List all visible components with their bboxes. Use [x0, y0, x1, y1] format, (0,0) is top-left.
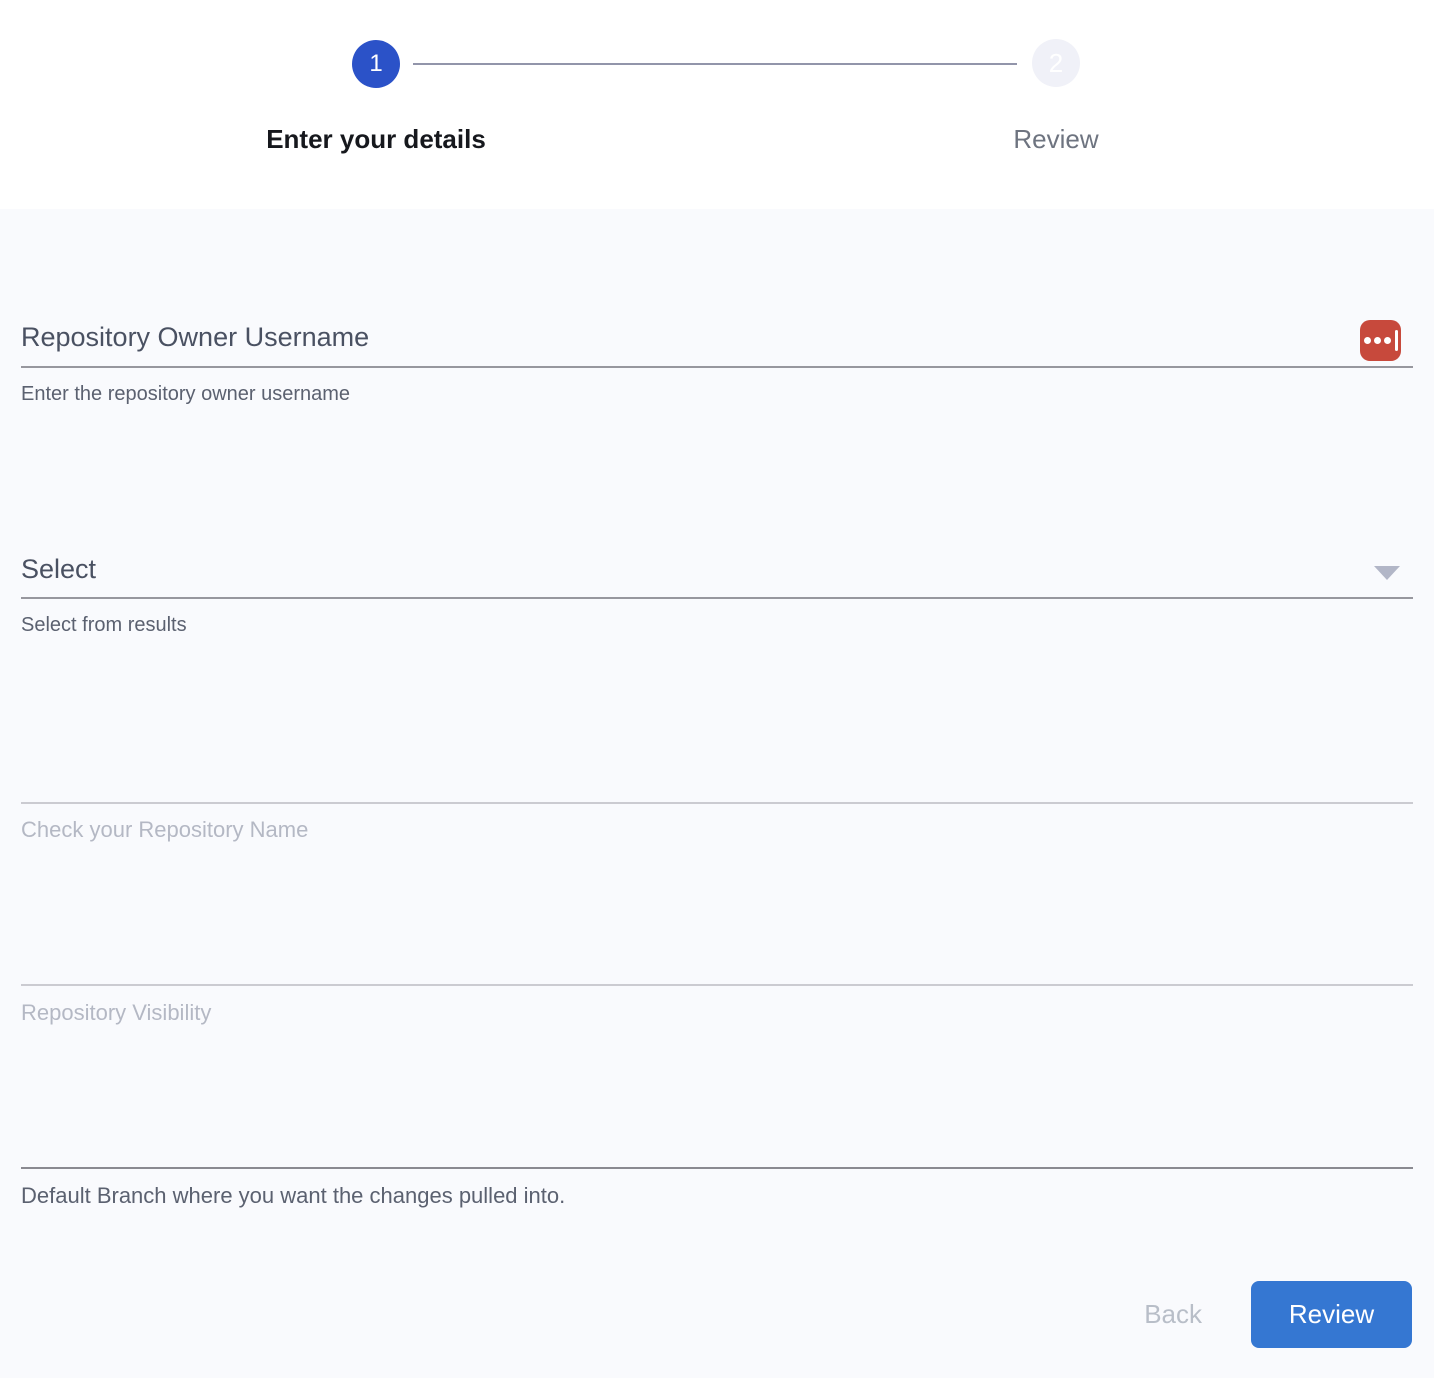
visibility-underline [21, 984, 1413, 986]
password-autofill-icon[interactable] [1360, 320, 1401, 361]
back-button[interactable]: Back [1144, 1299, 1202, 1330]
repo-name-underline [21, 802, 1413, 804]
default-branch-underline [21, 1167, 1413, 1169]
step-1-circle: 1 [352, 40, 400, 88]
wizard-stepper: 1 2 Enter your details Review [0, 0, 1434, 209]
step-1-number: 1 [369, 50, 382, 78]
form-actions: Back Review [1144, 1281, 1412, 1348]
repo-select-underline [21, 597, 1413, 599]
owner-username-underline [21, 366, 1413, 368]
repo-select-dropdown[interactable]: Select [21, 554, 96, 585]
step-2-number: 2 [1049, 48, 1063, 79]
autofill-caret [1395, 330, 1398, 351]
step-2-circle: 2 [1032, 39, 1080, 87]
details-form: Repository Owner Username Enter the repo… [0, 209, 1434, 1378]
visibility-input[interactable]: Repository Visibility [21, 1000, 211, 1026]
owner-username-helper: Enter the repository owner username [21, 383, 350, 406]
default-branch-helper: Default Branch where you want the change… [21, 1183, 565, 1209]
repo-select-helper: Select from results [21, 614, 187, 637]
autofill-dot [1364, 337, 1371, 344]
owner-username-input[interactable]: Repository Owner Username [21, 322, 369, 353]
step-1-label: Enter your details [266, 124, 486, 155]
autofill-dot [1374, 337, 1381, 344]
repo-name-input[interactable]: Check your Repository Name [21, 817, 308, 843]
autofill-dot [1384, 337, 1391, 344]
step-2-label: Review [1013, 124, 1098, 155]
review-button[interactable]: Review [1251, 1281, 1412, 1348]
step-connector-line [413, 63, 1017, 65]
chevron-down-icon[interactable] [1374, 566, 1400, 580]
